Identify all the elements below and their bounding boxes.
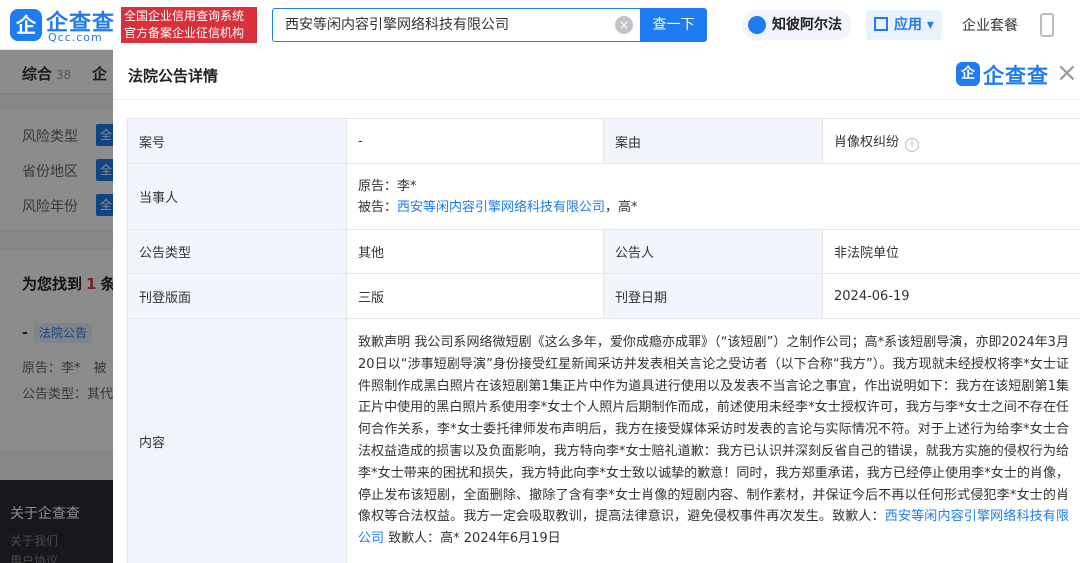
apps-menu-button[interactable]: 应用 ▾	[866, 10, 942, 40]
qcc-logo-icon[interactable]: 企	[10, 9, 42, 41]
content-label: 内容	[127, 318, 347, 563]
page-value: 三版	[346, 273, 604, 319]
page-label: 刊登版面	[127, 273, 347, 319]
date-value: 2024-06-19	[822, 273, 1080, 319]
modal-title: 法院公告详情	[128, 67, 219, 85]
content-value: 致歉声明 我公司系网络微短剧《这么多年，爱你成瘾亦成罪》（“该短剧”）之制作公司…	[346, 318, 1080, 563]
chevron-down-icon: ▾	[926, 17, 934, 33]
mobile-app-icon[interactable]	[1040, 13, 1054, 37]
table-row: 当事人 原告：李* 被告：西安等闲内容引擎网络科技有限公司，高*	[127, 163, 1080, 230]
content-tail: 致歉人：高* 2024年6月19日	[384, 531, 561, 547]
info-icon[interactable]: i	[905, 137, 920, 152]
defendant: 被告：西安等闲内容引擎网络科技有限公司，高*	[358, 197, 1069, 218]
table-row: 内容 致歉声明 我公司系网络微短剧《这么多年，爱你成瘾亦成罪》（“该短剧”）之制…	[127, 318, 1080, 563]
defendant-suffix: ，高*	[605, 199, 638, 215]
table-row: 公告类型 其他 公告人 非法院单位	[127, 229, 1080, 274]
modal-header: 法院公告详情 企 企查查 ×	[113, 48, 1080, 100]
notice-detail-table: 案号 - 案由 肖像权纠纷 i 当事人 原告：李* 被告：西安等闲内容引擎网络科技…	[127, 118, 1080, 563]
table-row: 刊登版面 三版 刊登日期 2024-06-19	[127, 273, 1080, 319]
official-badge[interactable]: 全国企业信用查询系统 官方备案企业征信机构	[121, 7, 257, 43]
case-no-label: 案号	[127, 118, 347, 164]
parties-label: 当事人	[127, 163, 347, 230]
cause-value-text: 肖像权纠纷	[834, 134, 900, 150]
defendant-company-link[interactable]: 西安等闲内容引擎网络科技有限公司	[397, 200, 605, 215]
plaintiff: 原告：李*	[358, 178, 417, 194]
top-bar: 企 企查查 Qcc.com 全国企业信用查询系统 官方备案企业征信机构 西安等闲…	[0, 0, 1080, 50]
qcc-logo-icon: 企	[956, 62, 980, 86]
announcer-label: 公告人	[603, 229, 823, 274]
notice-type-label: 公告类型	[127, 229, 347, 274]
cause-value: 肖像权纠纷 i	[822, 118, 1080, 164]
zhibi-label: 知彼阿尔法	[772, 17, 842, 33]
clear-search-icon[interactable]: ×	[615, 16, 633, 34]
close-icon[interactable]: ×	[1056, 60, 1078, 86]
notice-type-value: 其他	[346, 229, 604, 274]
search-button[interactable]: 查一下	[640, 8, 707, 42]
table-row: 案号 - 案由 肖像权纠纷 i	[127, 118, 1080, 164]
search-input[interactable]: 西安等闲内容引擎网络科技有限公司	[272, 8, 640, 42]
defendant-prefix: 被告：	[358, 199, 398, 215]
qcc-logo-domain: Qcc.com	[48, 31, 103, 44]
date-label: 刊登日期	[603, 273, 823, 319]
court-notice-modal: 法院公告详情 企 企查查 × 案号 - 案由 肖像权纠纷 i 当事人 原告：李* …	[113, 48, 1080, 563]
parties-value: 原告：李* 被告：西安等闲内容引擎网络科技有限公司，高*	[346, 163, 1080, 230]
zhibi-alpha-button[interactable]: 知彼阿尔法	[742, 10, 852, 40]
apps-grid-icon	[874, 17, 888, 31]
cause-label: 案由	[603, 118, 823, 164]
modal-logo-text: 企查查	[983, 64, 1049, 88]
announcer-value: 非法院单位	[822, 229, 1080, 274]
official-badge-line2: 官方备案企业征信机构	[124, 26, 245, 40]
zhibi-logo-icon	[748, 16, 766, 34]
case-no-value: -	[346, 118, 604, 164]
content-text: 致歉声明 我公司系网络微短剧《这么多年，爱你成瘾亦成罪》（“该短剧”）之制作公司…	[358, 335, 1069, 525]
enterprise-plan-link[interactable]: 企业套餐	[962, 15, 1018, 35]
apps-label: 应用	[894, 17, 922, 33]
official-badge-line1: 全国企业信用查询系统	[124, 9, 245, 23]
